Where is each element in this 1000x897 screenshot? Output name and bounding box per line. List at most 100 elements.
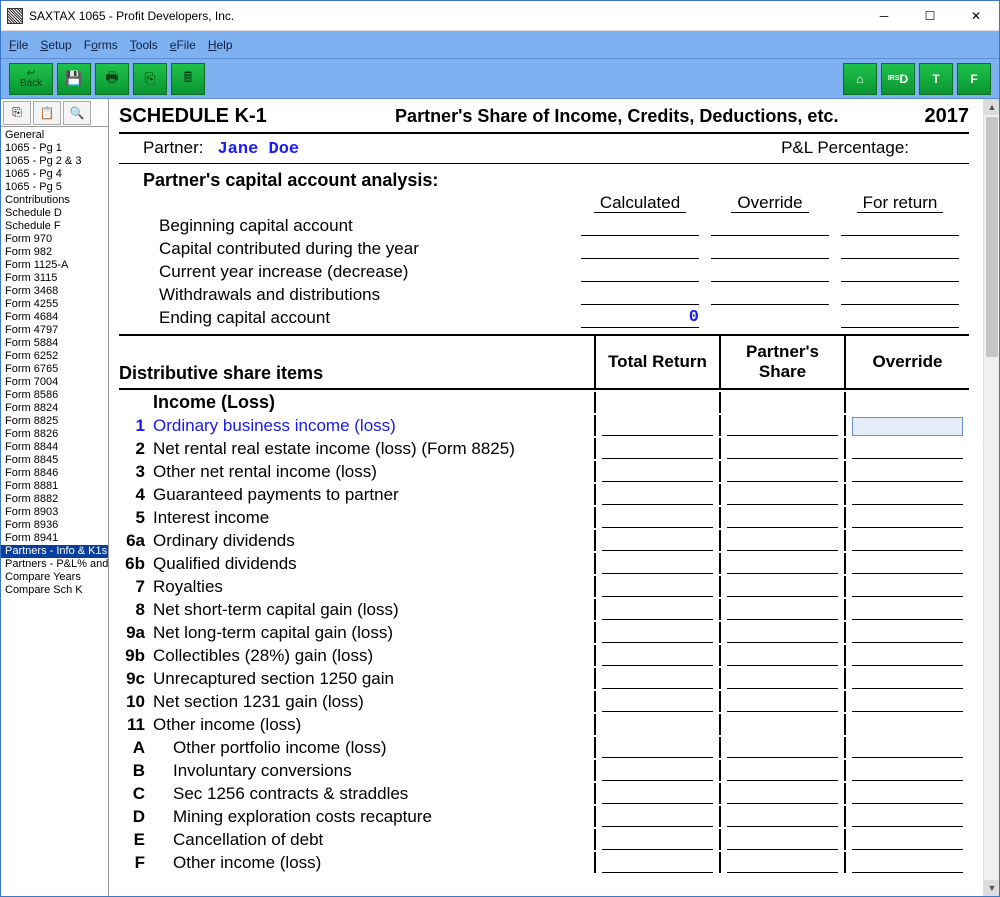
- line-11f-share[interactable]: [727, 854, 838, 873]
- line-11b-share[interactable]: [727, 762, 838, 781]
- line-4-total[interactable]: [602, 486, 713, 505]
- sidebar-item[interactable]: Compare Sch K: [1, 584, 108, 597]
- menu-setup[interactable]: Setup: [40, 38, 71, 52]
- line-11e-override[interactable]: [852, 831, 963, 850]
- sidebar-item[interactable]: Form 8825: [1, 415, 108, 428]
- line-8-total[interactable]: [602, 601, 713, 620]
- cap-increase-return[interactable]: [841, 262, 959, 282]
- sidebar-item[interactable]: Form 970: [1, 233, 108, 246]
- sidebar-item[interactable]: Form 8844: [1, 441, 108, 454]
- line-7-total[interactable]: [602, 578, 713, 597]
- cap-beginning-calc[interactable]: [581, 216, 699, 236]
- sidebar-item[interactable]: Form 4797: [1, 324, 108, 337]
- line-2-share[interactable]: [727, 440, 838, 459]
- sidebar-item[interactable]: Form 8941: [1, 532, 108, 545]
- sidebar-item[interactable]: Form 8903: [1, 506, 108, 519]
- line-6a-share[interactable]: [727, 532, 838, 551]
- sidebar-item[interactable]: 1065 - Pg 4: [1, 168, 108, 181]
- cap-beginning-override[interactable]: [711, 216, 829, 236]
- sidebar-item[interactable]: Partners - P&L% and: [1, 558, 108, 571]
- line-9a-total[interactable]: [602, 624, 713, 643]
- line-11a-total[interactable]: [602, 739, 713, 758]
- line-1-total[interactable]: [602, 417, 713, 436]
- cap-increase-calc[interactable]: [581, 262, 699, 282]
- line-5-total[interactable]: [602, 509, 713, 528]
- menu-efile[interactable]: eFile: [170, 38, 196, 52]
- minimize-button[interactable]: ─: [861, 1, 907, 31]
- sidebar-item[interactable]: Form 3115: [1, 272, 108, 285]
- sidebar-item[interactable]: Form 8824: [1, 402, 108, 415]
- line-11d-total[interactable]: [602, 808, 713, 827]
- line-9a-override[interactable]: [852, 624, 963, 643]
- cap-ending-return[interactable]: [841, 308, 959, 328]
- cap-beginning-return[interactable]: [841, 216, 959, 236]
- line-8-override[interactable]: [852, 601, 963, 620]
- cap-ending-calc[interactable]: 0: [581, 308, 699, 328]
- sidebar-item[interactable]: 1065 - Pg 5: [1, 181, 108, 194]
- form-list[interactable]: General1065 - Pg 11065 - Pg 2 & 31065 - …: [1, 127, 108, 896]
- sidebar-item[interactable]: Form 7004: [1, 376, 108, 389]
- line-9b-share[interactable]: [727, 647, 838, 666]
- sidebar-item[interactable]: 1065 - Pg 2 & 3: [1, 155, 108, 168]
- line-11f-total[interactable]: [602, 854, 713, 873]
- line-11d-share[interactable]: [727, 808, 838, 827]
- line-10-share[interactable]: [727, 693, 838, 712]
- sidebar-item[interactable]: Schedule F: [1, 220, 108, 233]
- line-6a-override[interactable]: [852, 532, 963, 551]
- line-3-share[interactable]: [727, 463, 838, 482]
- scroll-down-icon[interactable]: ▼: [984, 880, 999, 896]
- sidebar-item[interactable]: Form 982: [1, 246, 108, 259]
- cap-withdrawals-calc[interactable]: [581, 285, 699, 305]
- calculator-button[interactable]: 🖩: [171, 63, 205, 95]
- line-11e-total[interactable]: [602, 831, 713, 850]
- cap-withdrawals-override[interactable]: [711, 285, 829, 305]
- sidebar-item[interactable]: Form 1125-A: [1, 259, 108, 272]
- line-9c-total[interactable]: [602, 670, 713, 689]
- line-6a-total[interactable]: [602, 532, 713, 551]
- line-4-share[interactable]: [727, 486, 838, 505]
- irs-d-button[interactable]: IRSD: [881, 63, 915, 95]
- line-7-override[interactable]: [852, 578, 963, 597]
- line-11c-share[interactable]: [727, 785, 838, 804]
- line-1-share[interactable]: [727, 417, 838, 436]
- copy-icon[interactable]: ⎘: [3, 101, 31, 125]
- line-11b-override[interactable]: [852, 762, 963, 781]
- line-1-override[interactable]: [852, 417, 963, 436]
- line-6b-total[interactable]: [602, 555, 713, 574]
- line-11c-override[interactable]: [852, 785, 963, 804]
- irs-t-button[interactable]: T: [919, 63, 953, 95]
- sidebar-item[interactable]: Form 8826: [1, 428, 108, 441]
- back-button[interactable]: ↩Back: [9, 63, 53, 95]
- scroll-up-icon[interactable]: ▲: [984, 99, 999, 115]
- partner-name[interactable]: Jane Doe: [217, 140, 781, 159]
- sidebar-item[interactable]: Form 8845: [1, 454, 108, 467]
- cap-withdrawals-return[interactable]: [841, 285, 959, 305]
- cap-increase-override[interactable]: [711, 262, 829, 282]
- sidebar-item[interactable]: Form 8882: [1, 493, 108, 506]
- line-11a-share[interactable]: [727, 739, 838, 758]
- sidebar-item[interactable]: Form 8936: [1, 519, 108, 532]
- sidebar-item[interactable]: Form 8586: [1, 389, 108, 402]
- sidebar-item[interactable]: Form 6765: [1, 363, 108, 376]
- irs-f-button[interactable]: F: [957, 63, 991, 95]
- line-11a-override[interactable]: [852, 739, 963, 758]
- sidebar-item[interactable]: General: [1, 129, 108, 142]
- vertical-scrollbar[interactable]: ▲ ▼: [983, 99, 999, 896]
- line-3-override[interactable]: [852, 463, 963, 482]
- menu-tools[interactable]: Tools: [130, 38, 158, 52]
- line-9a-share[interactable]: [727, 624, 838, 643]
- home-icon-button[interactable]: ⌂: [843, 63, 877, 95]
- maximize-button[interactable]: ☐: [907, 1, 953, 31]
- save-button[interactable]: 💾: [57, 63, 91, 95]
- preview-icon[interactable]: 🔍: [63, 101, 91, 125]
- cap-contributed-return[interactable]: [841, 239, 959, 259]
- line-5-share[interactable]: [727, 509, 838, 528]
- line-6b-share[interactable]: [727, 555, 838, 574]
- line-9b-override[interactable]: [852, 647, 963, 666]
- sidebar-item[interactable]: Compare Years: [1, 571, 108, 584]
- line-11c-total[interactable]: [602, 785, 713, 804]
- line-4-override[interactable]: [852, 486, 963, 505]
- sidebar-item[interactable]: Form 3468: [1, 285, 108, 298]
- line-2-override[interactable]: [852, 440, 963, 459]
- sidebar-item[interactable]: Schedule D: [1, 207, 108, 220]
